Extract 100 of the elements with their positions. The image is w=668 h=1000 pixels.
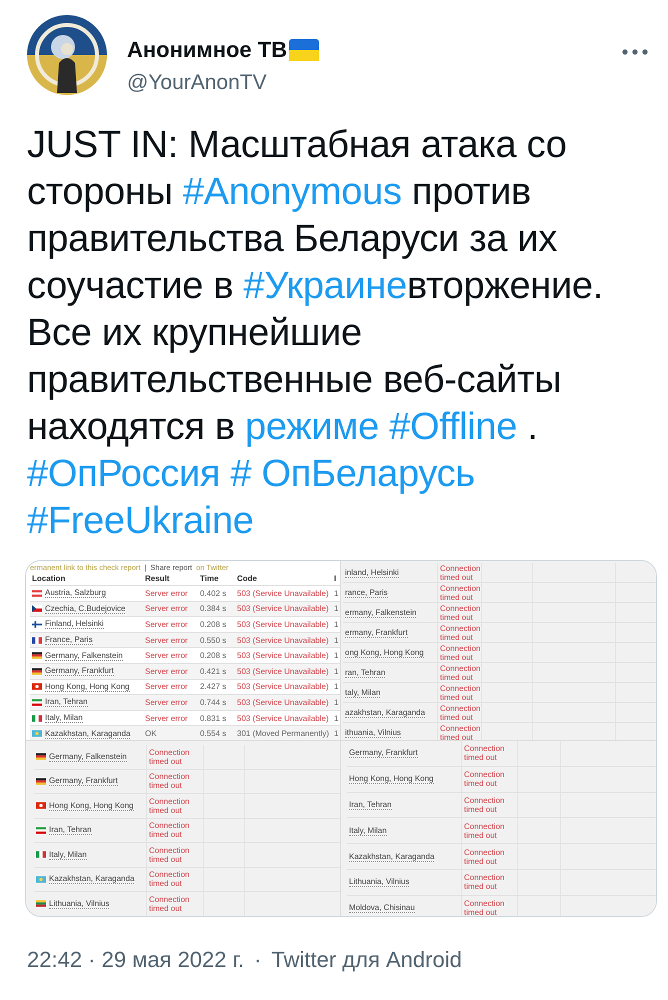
status-code-text: 503 (Service Unavailable) xyxy=(237,636,329,645)
result-text: Server error xyxy=(145,698,188,707)
time-text: 0.421 s xyxy=(200,666,226,676)
result-text: OK xyxy=(145,729,157,738)
location-link[interactable]: Italy, Milan xyxy=(49,850,87,860)
result-text: Server error xyxy=(145,714,188,723)
result-text: Connection timed out xyxy=(464,770,506,788)
flag-icon xyxy=(36,851,46,858)
location-link[interactable]: Finland, Helsinki xyxy=(45,619,104,630)
location-link[interactable]: Moldova, Chisinau xyxy=(349,903,415,914)
more-icon[interactable] xyxy=(622,49,648,55)
location-link[interactable]: Lithuania, Vilnius xyxy=(349,877,410,888)
time-text: 0.554 s xyxy=(200,729,226,738)
flag-icon xyxy=(36,900,46,908)
time-text: 2.427 s xyxy=(200,682,226,692)
result-text: Connection timed out xyxy=(464,848,506,866)
flag-icon xyxy=(36,876,46,883)
flag-icon xyxy=(32,636,42,644)
flag-icon xyxy=(32,590,42,597)
status-code-text: 301 (Moved Permanently) xyxy=(237,729,330,738)
location-link[interactable]: ong Kong, Hong Kong xyxy=(345,648,424,658)
tweet-text: JUST IN: Масштабная атака со стороны #Anonymous против правительства Беларуси за их соучастие в #Украиневторжение. Все их крупнейшие правительственные веб-сайты находятся в режиме #Offline . #ОпРоссия # ОпБеларусь #FreeUkraine xyxy=(27,123,604,544)
result-text: Server error xyxy=(145,588,188,598)
time-text: 0.208 s xyxy=(200,620,226,629)
column-text: 1 xyxy=(334,588,338,598)
location-link[interactable]: ran, Tehran xyxy=(345,668,386,678)
location-link[interactable]: Iran, Tehran xyxy=(349,800,392,810)
location-link[interactable]: France, Paris xyxy=(45,635,93,646)
time-text: 0.550 s xyxy=(200,636,226,645)
location-link[interactable]: Italy, Milan xyxy=(349,826,387,836)
column-header: Code xyxy=(237,574,257,583)
result-text: Connection timed out xyxy=(464,744,506,762)
status-code-text: 503 (Service Unavailable) xyxy=(237,588,329,598)
result-text: Connection timed out xyxy=(464,899,506,916)
column-text: 1 xyxy=(334,651,338,660)
location-link[interactable]: rance, Paris xyxy=(345,588,388,598)
result-text: Server error xyxy=(145,682,188,692)
column-text: 1 xyxy=(334,714,338,723)
result-text: Connection timed out xyxy=(440,564,481,582)
location-link[interactable]: Germany, Frankfurt xyxy=(49,776,118,786)
column-text: 1 xyxy=(334,604,338,614)
location-link[interactable]: Germany, Frankfurt xyxy=(45,666,114,676)
result-text: Connection timed out xyxy=(149,870,190,888)
result-text: Server error xyxy=(145,604,188,614)
avatar-icon[interactable] xyxy=(27,15,107,95)
author-name[interactable]: Анонимное ТВ xyxy=(127,37,288,63)
column-text: 1 xyxy=(334,620,338,629)
location-link[interactable]: Lithuania, Vilnius xyxy=(49,898,110,909)
location-link[interactable]: ithuania, Vilnius xyxy=(345,728,401,738)
result-text: Connection timed out xyxy=(440,684,481,702)
location-link[interactable]: taly, Milan xyxy=(345,688,380,698)
location-link[interactable]: Kazakhstan, Karaganda xyxy=(349,852,434,862)
location-link[interactable]: Kazakhstan, Karaganda xyxy=(45,728,130,739)
result-text: Connection timed out xyxy=(149,772,190,790)
result-text: Server error xyxy=(145,651,188,660)
location-link[interactable]: Kazakhstan, Karaganda xyxy=(49,874,134,884)
timestamp[interactable]: 22:42 · 29 мая 2022 г. xyxy=(27,947,244,973)
location-link[interactable]: Hong Kong, Hong Kong xyxy=(49,800,134,811)
location-link[interactable]: Austria, Salzburg xyxy=(45,588,106,598)
location-link[interactable]: Italy, Milan xyxy=(45,713,83,724)
flag-icon xyxy=(32,668,42,675)
column-text: 1 xyxy=(334,698,338,707)
author-handle[interactable]: @YourAnonTV xyxy=(127,71,602,95)
status-code-text: 503 (Service Unavailable) xyxy=(237,698,329,707)
location-link[interactable]: azakhstan, Karaganda xyxy=(345,708,426,718)
location-link[interactable]: Germany, Falkenstein xyxy=(49,752,127,762)
result-text: Server error xyxy=(145,620,188,629)
column-header: I xyxy=(334,574,336,583)
status-code-text: 503 (Service Unavailable) xyxy=(237,651,329,660)
flag-icon xyxy=(32,683,42,690)
result-text: Connection timed out xyxy=(440,704,481,722)
status-code-text: 503 (Service Unavailable) xyxy=(237,604,329,614)
time-text: 0.384 s xyxy=(200,604,226,614)
time-text: 0.208 s xyxy=(200,651,226,660)
result-text: Connection timed out xyxy=(149,894,190,913)
source-link[interactable]: Twitter для Android xyxy=(271,947,462,973)
flag-icon xyxy=(36,826,46,834)
location-link[interactable]: Iran, Tehran xyxy=(49,825,92,836)
location-link[interactable]: Germany, Frankfurt xyxy=(349,748,418,758)
attached-screenshot[interactable] xyxy=(25,560,657,917)
location-link[interactable]: ermany, Falkenstein xyxy=(345,608,416,618)
flag-icon xyxy=(32,730,42,738)
location-link[interactable]: inland, Helsinki xyxy=(345,568,399,578)
flag-icon xyxy=(289,39,320,61)
result-text: Connection timed out xyxy=(440,724,481,740)
column-text: 1 xyxy=(334,729,338,738)
status-code-text: 503 (Service Unavailable) xyxy=(237,666,329,676)
result-text: Connection timed out xyxy=(464,796,506,814)
result-text: Connection timed out xyxy=(440,604,481,622)
column-header: Location xyxy=(32,574,66,583)
column-text: 1 xyxy=(334,666,338,676)
location-link[interactable]: Hong Kong, Hong Kong xyxy=(45,682,130,692)
location-link[interactable]: Germany, Falkenstein xyxy=(45,650,123,661)
result-text: Connection timed out xyxy=(464,873,506,892)
location-link[interactable]: Iran, Tehran xyxy=(45,697,88,708)
separator-text: · xyxy=(254,947,262,973)
location-link[interactable]: Hong Kong, Hong Kong xyxy=(349,774,434,784)
location-link[interactable]: ermany, Frankfurt xyxy=(345,628,408,638)
status-code-text: 503 (Service Unavailable) xyxy=(237,714,329,723)
location-link[interactable]: Czechia, C.Budejovice xyxy=(45,604,126,614)
